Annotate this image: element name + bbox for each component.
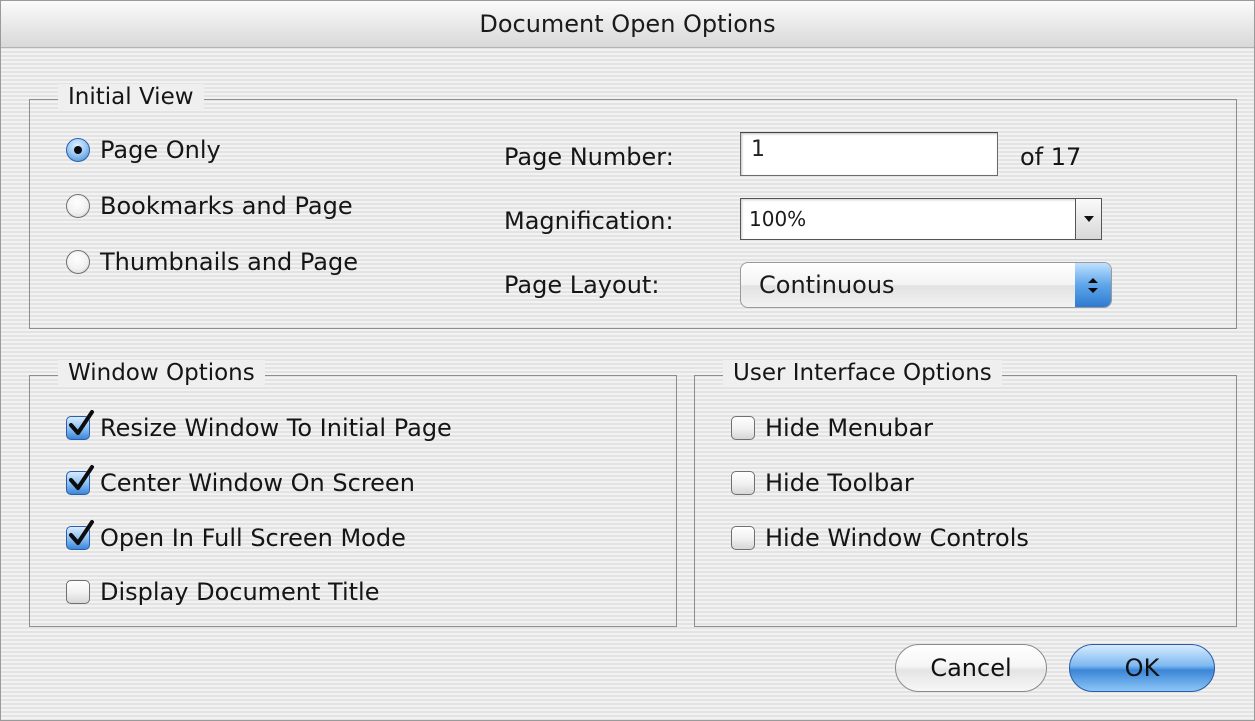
radio-bookmarks-and-page[interactable]: Bookmarks and Page [66,192,353,220]
checkbox-full-screen[interactable]: Open In Full Screen Mode [66,520,406,552]
dialog-titlebar[interactable]: Document Open Options [1,1,1254,48]
checkbox-display-title[interactable]: Display Document Title [66,578,380,606]
checkmark-icon [69,520,94,545]
page-number-label: Page Number: [504,143,674,171]
checkbox-hide-menubar-box[interactable] [731,416,755,440]
page-layout-popup[interactable]: Continuous [740,262,1112,308]
checkbox-full-screen-box[interactable] [66,520,94,550]
magnification-value[interactable]: 100% [741,207,1075,231]
checkbox-resize-window[interactable]: Resize Window To Initial Page [66,410,452,442]
initial-view-group-title: Initial View [58,84,204,110]
checkbox-display-title-label: Display Document Title [100,578,380,606]
dialog-title: Document Open Options [479,10,776,38]
radio-page-only-button[interactable] [66,138,90,162]
ui-options-group: User Interface Options Hide Menubar Hide… [694,360,1237,627]
chevron-down-icon [1083,216,1094,222]
ui-options-group-title: User Interface Options [723,360,1002,386]
page-layout-label: Page Layout: [504,271,660,299]
checkbox-full-screen-label: Open In Full Screen Mode [100,524,406,552]
checkbox-hide-window-controls[interactable]: Hide Window Controls [731,524,1029,552]
page-layout-popup-arrows[interactable] [1075,263,1111,307]
window-options-group: Window Options Resize Window To Initial … [29,360,677,627]
magnification-dropdown-button[interactable] [1075,199,1101,239]
magnification-label: Magnification: [504,207,674,235]
radio-page-only-label: Page Only [100,136,221,164]
checkmark-icon [69,465,94,490]
radio-thumbnails-and-page-button[interactable] [66,250,90,274]
radio-bookmarks-and-page-label: Bookmarks and Page [100,192,353,220]
checkbox-display-title-box[interactable] [66,580,90,604]
checkbox-center-window-box[interactable] [66,465,94,495]
page-number-input[interactable]: 1 [740,132,998,176]
ok-button[interactable]: OK [1069,644,1215,692]
checkmark-icon [69,410,94,435]
document-open-options-dialog: Document Open Options Initial View Page … [0,0,1255,721]
chevron-down-icon [1088,287,1098,293]
magnification-combobox[interactable]: 100% [740,198,1102,240]
radio-thumbnails-and-page[interactable]: Thumbnails and Page [66,248,358,276]
radio-thumbnails-and-page-label: Thumbnails and Page [100,248,358,276]
radio-bookmarks-and-page-button[interactable] [66,194,90,218]
checkbox-hide-menubar[interactable]: Hide Menubar [731,414,933,442]
checkbox-hide-toolbar-box[interactable] [731,471,755,495]
radio-selected-dot [74,146,82,154]
checkbox-resize-window-box[interactable] [66,410,94,440]
page-count-label: of 17 [1020,143,1082,171]
window-options-group-title: Window Options [58,360,265,386]
page-layout-value: Continuous [759,271,895,299]
radio-page-only[interactable]: Page Only [66,136,221,164]
checkbox-hide-toolbar-label: Hide Toolbar [765,469,914,497]
checkbox-resize-window-label: Resize Window To Initial Page [100,414,452,442]
cancel-button[interactable]: Cancel [895,644,1047,692]
checkbox-hide-toolbar[interactable]: Hide Toolbar [731,469,914,497]
checkbox-center-window[interactable]: Center Window On Screen [66,465,415,497]
checkbox-hide-window-controls-box[interactable] [731,526,755,550]
checkbox-hide-window-controls-label: Hide Window Controls [765,524,1029,552]
checkbox-center-window-label: Center Window On Screen [100,469,415,497]
chevron-up-icon [1088,277,1098,283]
checkbox-hide-menubar-label: Hide Menubar [765,414,934,442]
initial-view-group: Initial View Page Only Bookmarks and Pag… [29,84,1237,329]
